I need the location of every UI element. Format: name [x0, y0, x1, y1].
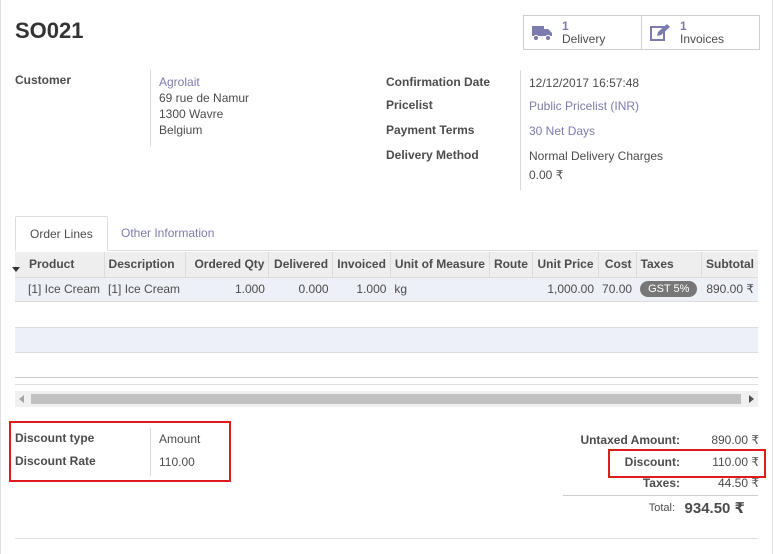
untaxed-amount-value: 890.00 ₹	[711, 433, 759, 447]
discount-total-value: 110.00 ₹	[712, 455, 759, 469]
cell-unit-price[interactable]: 1,000.00	[532, 276, 599, 302]
col-route[interactable]: Route	[489, 252, 533, 277]
col-delivered[interactable]: Delivered	[268, 252, 334, 277]
field-divider	[150, 70, 151, 146]
delivery-smart-button[interactable]: 1 Delivery	[524, 16, 641, 49]
cell-route[interactable]	[489, 276, 533, 302]
customer-name-link[interactable]: Agrolait	[159, 74, 249, 90]
customer-address: Agrolait 69 rue de Namur 1300 Wavre Belg…	[159, 74, 249, 138]
confirmation-date-label: Confirmation Date	[386, 75, 491, 89]
col-subtotal[interactable]: Subtotal	[701, 252, 758, 277]
tab-other-information[interactable]: Other Information	[107, 216, 228, 251]
col-cost[interactable]: Cost	[598, 252, 637, 277]
col-unit-price[interactable]: Unit Price	[532, 252, 599, 277]
sale-order-form: SO021 1 Delivery 1 Invoices Customer Agr…	[0, 0, 773, 554]
cell-description[interactable]: [1] Ice Cream	[104, 276, 186, 302]
col-uom[interactable]: Unit of Measure	[390, 252, 490, 277]
customer-city: 1300 Wavre	[159, 107, 224, 121]
discount-rate-value[interactable]: 110.00	[159, 455, 195, 469]
horizontal-scrollbar[interactable]	[15, 391, 758, 407]
table-row-empty[interactable]	[15, 327, 758, 353]
col-product[interactable]: Product	[15, 252, 105, 277]
delivery-label: Delivery	[562, 31, 606, 46]
form-bottom-divider	[15, 538, 758, 539]
tax-tag: GST 5%	[640, 281, 698, 297]
tab-order-lines[interactable]: Order Lines	[15, 216, 108, 251]
order-title: SO021	[15, 18, 84, 43]
sort-caret-icon[interactable]	[12, 267, 20, 272]
scrollbar-thumb[interactable]	[31, 394, 741, 404]
col-ordered-qty[interactable]: Ordered Qty	[185, 252, 270, 277]
customer-label: Customer	[15, 73, 72, 87]
edit-invoice-icon	[648, 21, 672, 45]
table-header-row: Product Description Ordered Qty Delivere…	[15, 252, 758, 277]
table-footer	[15, 377, 758, 385]
customer-street: 69 rue de Namur	[159, 91, 250, 105]
cell-cost[interactable]: 70.00	[598, 276, 637, 302]
cell-invoiced[interactable]: 1.000	[332, 276, 391, 302]
discount-type-value[interactable]: Amount	[159, 432, 200, 446]
invoices-label: Invoices	[680, 31, 725, 46]
col-taxes[interactable]: Taxes	[636, 252, 703, 277]
scroll-right-icon[interactable]	[749, 395, 754, 403]
invoices-smart-button[interactable]: 1 Invoices	[641, 16, 759, 49]
cell-subtotal: 890.00 ₹	[701, 276, 758, 302]
grand-total-value: 934.50 ₹	[684, 500, 745, 517]
discount-rate-label: Discount Rate	[15, 454, 96, 468]
taxes-total-value: 44.50 ₹	[718, 476, 759, 490]
smart-buttons: 1 Delivery 1 Invoices	[523, 15, 760, 50]
order-lines-table: Product Description Ordered Qty Delivere…	[15, 252, 758, 302]
delivery-method-value[interactable]: Normal Delivery Charges	[529, 149, 663, 163]
payment-terms-label: Payment Terms	[386, 123, 475, 137]
field-divider	[520, 70, 521, 190]
discount-type-label: Discount type	[15, 431, 95, 445]
field-divider	[150, 428, 151, 476]
col-invoiced[interactable]: Invoiced	[332, 252, 391, 277]
customer-country: Belgium	[159, 123, 203, 137]
truck-icon	[530, 21, 554, 45]
scroll-left-icon[interactable]	[19, 395, 24, 403]
cell-ordered-qty[interactable]: 1.000	[185, 276, 269, 302]
delivery-method-label: Delivery Method	[386, 148, 479, 162]
pricelist-link[interactable]: Public Pricelist (INR)	[529, 99, 639, 113]
confirmation-date-value[interactable]: 12/12/2017 16:57:48	[529, 76, 639, 90]
table-row[interactable]: [1] Ice Cream [1] Ice Cream 1.000 0.000 …	[15, 276, 758, 302]
cell-uom[interactable]: kg	[390, 276, 490, 302]
cell-taxes[interactable]: GST 5%	[636, 276, 702, 302]
payment-terms-link[interactable]: 30 Net Days	[529, 124, 595, 138]
col-description[interactable]: Description	[104, 252, 186, 277]
delivery-cost-value: 0.00 ₹	[529, 168, 564, 182]
cell-delivered[interactable]: 0.000	[268, 276, 333, 302]
totals-divider	[563, 495, 758, 496]
pricelist-label: Pricelist	[386, 98, 433, 112]
cell-product[interactable]: [1] Ice Cream	[15, 276, 105, 302]
